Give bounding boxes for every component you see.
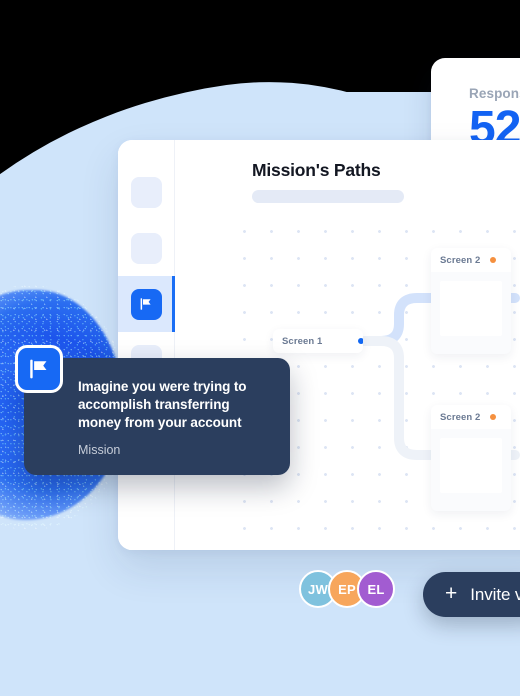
flow-node-screen-2-upper[interactable]: Screen 2 [431,248,511,354]
status-dot [358,338,363,344]
flow-node-screen-1[interactable]: Screen 1 [273,329,363,353]
placeholder-square-icon [130,176,162,208]
flag-icon [130,288,162,320]
flow-node-header: Screen 2 [431,405,511,429]
app-sidebar [118,140,175,550]
flow-node-title: Screen 2 [440,254,481,266]
stat-card-label: Responses [469,86,520,101]
avatar-initials: EP [338,581,356,597]
flow-node-body [431,429,511,502]
flow-node-screen-2-lower[interactable]: Screen 2 [431,405,511,511]
page-title: Mission's Paths [252,160,381,180]
invite-button-label: Invite v [470,584,520,604]
flow-node-body [431,272,511,345]
avatar[interactable]: EL [357,570,395,608]
flow-node-header: Screen 1 [273,329,363,353]
title-skeleton-bar [252,190,404,203]
invite-button[interactable]: + Invite v [423,572,520,617]
flag-icon [15,345,63,393]
app-panel: Screen 1 Screen 2 Screen 2 Mission's Pat… [118,140,520,550]
status-dot [490,257,497,263]
mission-tooltip-text: Imagine you were trying to accomplish tr… [78,379,247,430]
mission-tooltip-subtitle: Mission [78,443,121,457]
status-dot [490,414,497,420]
plus-icon: + [445,582,458,605]
placeholder-square-icon [130,232,162,264]
flow-canvas: Screen 1 Screen 2 Screen 2 Mission's Pat… [175,140,520,550]
sidebar-item-2[interactable] [118,220,174,276]
flow-node-thumbnail [440,281,502,336]
mission-tooltip: Imagine you were trying to accomplish tr… [24,358,290,475]
collaborator-avatars: JW EP EL [299,570,395,608]
avatar-initials: EL [367,581,385,597]
flow-node-title: Screen 1 [282,335,323,347]
flow-node-header: Screen 2 [431,248,511,272]
screenshot-root: Responses 52 [0,0,520,696]
flow-node-title: Screen 2 [440,411,481,423]
sidebar-item-1[interactable] [118,164,174,220]
avatar-initials: JW [308,581,328,597]
flow-node-thumbnail [440,438,502,493]
sidebar-item-mission[interactable] [118,276,175,332]
